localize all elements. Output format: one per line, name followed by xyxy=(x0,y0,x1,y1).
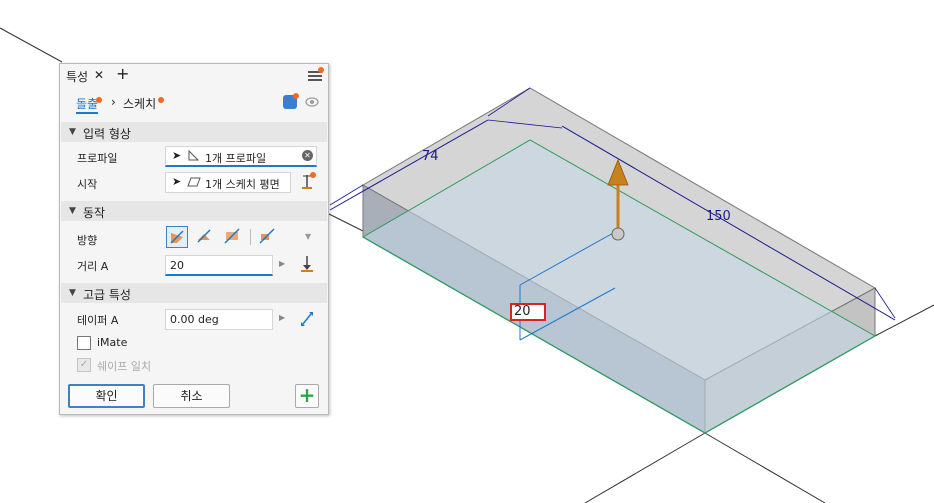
imate-checkbox[interactable] xyxy=(77,336,91,350)
breadcrumb-sketch[interactable]: 스케치 xyxy=(123,95,156,112)
axis-line xyxy=(0,27,63,63)
notification-dot xyxy=(293,93,299,99)
section-behavior-header[interactable]: ▼ 동작 xyxy=(61,201,327,221)
dimension-74-label[interactable]: 74 xyxy=(422,149,439,164)
match-shape-checkbox: ✓ xyxy=(77,358,91,372)
taper-flip-icon[interactable] xyxy=(300,310,314,328)
start-value: 1개 스케치 평면 xyxy=(205,178,280,191)
taper-input[interactable]: 0.00 deg xyxy=(165,309,273,330)
breadcrumb-tool[interactable]: 돌출 xyxy=(76,95,99,114)
direction-asymmetric-button[interactable] xyxy=(257,226,279,248)
profile-selector[interactable]: ➤ 1개 프로파일 ✕ xyxy=(165,146,317,167)
section-title: 동작 xyxy=(83,206,106,220)
properties-panel: 특성 ✕ + 돌출 › 스케치 ▼ 입력 형상 프로파일 ➤ 1개 프로파일 ✕… xyxy=(59,63,329,415)
close-icon[interactable]: ✕ xyxy=(94,68,104,82)
collapse-triangle-icon: ▼ xyxy=(69,206,76,216)
collapse-triangle-icon: ▼ xyxy=(69,127,76,137)
distance-extent-icon[interactable] xyxy=(300,255,314,273)
imate-label: iMate xyxy=(97,336,128,349)
section-title: 고급 특성 xyxy=(83,288,131,302)
clear-icon[interactable]: ✕ xyxy=(302,150,313,161)
expand-arrow-icon[interactable]: ▶ xyxy=(279,259,285,268)
direction-default-button[interactable] xyxy=(166,226,188,248)
plane-icon xyxy=(187,177,201,187)
axis-line xyxy=(324,211,366,233)
axis-line xyxy=(704,432,826,503)
notification-dot xyxy=(158,97,164,103)
distance-value: 20 xyxy=(170,259,184,272)
start-label: 시작 xyxy=(77,178,98,191)
dim-ext xyxy=(874,287,896,319)
distance-input[interactable]: 20 xyxy=(165,255,273,276)
ok-button[interactable]: 확인 xyxy=(68,384,145,408)
notification-dot xyxy=(318,67,324,73)
profile-icon xyxy=(188,149,200,161)
cancel-button[interactable]: 취소 xyxy=(153,384,230,408)
direction-flip-button[interactable] xyxy=(194,226,216,248)
dimension-150-label[interactable]: 150 xyxy=(706,209,731,224)
manipulator-sphere[interactable] xyxy=(611,227,625,241)
section-title: 입력 형상 xyxy=(83,127,131,141)
match-shape-label: 쉐이프 일치 xyxy=(97,360,152,373)
cursor-icon: ➤ xyxy=(172,149,182,162)
breadcrumb-separator: › xyxy=(111,95,116,109)
expand-arrow-icon[interactable]: ▶ xyxy=(279,313,285,322)
profile-value: 1개 프로파일 xyxy=(205,152,267,165)
canvas-distance-input[interactable]: 20 xyxy=(510,303,546,321)
profile-label: 프로파일 xyxy=(77,152,118,165)
distance-label: 거리 A xyxy=(77,260,109,273)
chevron-down-icon[interactable]: ▼ xyxy=(305,232,311,241)
notification-dot xyxy=(96,97,102,103)
collapse-triangle-icon: ▼ xyxy=(69,288,76,298)
cursor-icon: ➤ xyxy=(172,175,182,188)
direction-symmetric-button[interactable] xyxy=(222,226,244,248)
panel-tab-title[interactable]: 특성 xyxy=(66,68,88,85)
eye-icon[interactable] xyxy=(305,97,319,107)
direction-label: 방향 xyxy=(77,234,98,247)
axis-line xyxy=(584,432,706,503)
button-separator xyxy=(250,229,251,245)
taper-value: 0.00 deg xyxy=(170,313,219,326)
dim-ext xyxy=(329,184,364,206)
start-selector[interactable]: ➤ 1개 스케치 평면 xyxy=(165,172,291,193)
notification-dot xyxy=(310,172,316,178)
taper-label: 테이퍼 A xyxy=(77,314,119,327)
section-input-geometry-header[interactable]: ▼ 입력 형상 xyxy=(61,122,327,142)
section-advanced-header[interactable]: ▼ 고급 특성 xyxy=(61,283,327,303)
add-tab-icon[interactable]: + xyxy=(116,64,129,83)
apply-plus-button[interactable]: + xyxy=(295,384,319,408)
axis-line xyxy=(874,304,934,337)
